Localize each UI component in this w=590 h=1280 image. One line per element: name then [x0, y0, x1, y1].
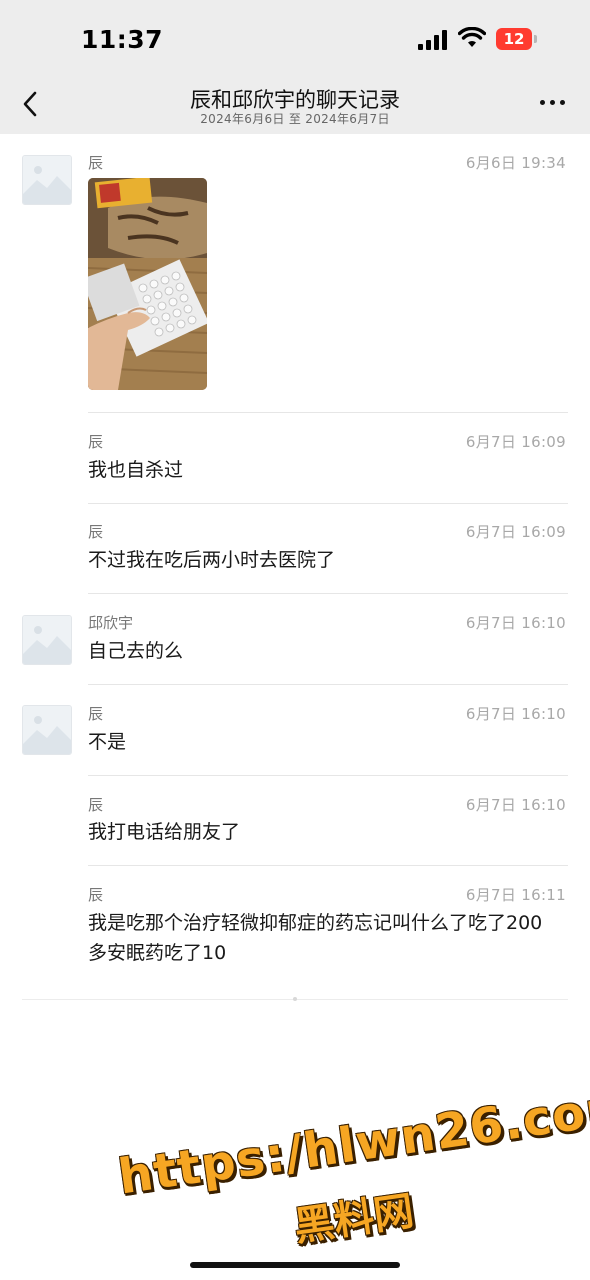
message-divider	[88, 684, 568, 685]
sender-name: 辰	[88, 886, 104, 904]
message-text: 我打电话给朋友了	[88, 821, 241, 843]
top-bar: 11:37 12 辰和邱欣宇的聊天记录 2024年6月6日 至 2024年6月7…	[0, 0, 590, 134]
message-text: 自己去的么	[88, 640, 184, 662]
avatar[interactable]	[22, 615, 72, 665]
sender-name: 辰	[88, 523, 104, 541]
message-divider	[88, 775, 568, 776]
message-time: 6月7日 16:10	[465, 614, 566, 632]
sender-name: 辰	[88, 433, 104, 451]
message-divider	[88, 503, 568, 504]
sender-name: 辰	[88, 705, 104, 723]
chat-history-screen: 11:37 12 辰和邱欣宇的聊天记录 2024年6月6日 至 2024年6月7…	[0, 0, 590, 1280]
message-divider	[88, 593, 568, 594]
message-time: 6月7日 16:10	[465, 796, 566, 814]
message-text: 我也自杀过	[88, 459, 184, 481]
message-photo[interactable]	[88, 178, 207, 390]
avatar[interactable]	[22, 705, 72, 755]
message-divider	[88, 412, 568, 413]
watermark-name: 黑料网	[291, 1188, 417, 1251]
message-time: 6月7日 16:09	[465, 523, 566, 541]
end-dot	[293, 997, 297, 1001]
sender-name: 邱欣宇	[88, 614, 134, 632]
message-text: 我是吃那个治疗轻微抑郁症的药忘记叫什么了吃了200多安眠药吃了10	[88, 912, 543, 964]
home-indicator[interactable]	[190, 1262, 400, 1268]
message-time: 6月7日 16:10	[465, 705, 566, 723]
cellular-signal-icon	[418, 30, 448, 50]
more-button[interactable]	[540, 100, 566, 108]
placeholder-image-icon	[23, 706, 71, 754]
message-text: 不是	[88, 731, 127, 753]
message-time: 6月7日 16:09	[465, 433, 566, 451]
status-time: 11:37	[81, 25, 164, 54]
message-text: 不过我在吃后两小时去医院了	[88, 549, 336, 571]
message-divider	[88, 865, 568, 866]
battery-level: 12	[496, 28, 532, 50]
avatar[interactable]	[22, 155, 72, 205]
battery-cap	[534, 35, 537, 43]
sender-name: 辰	[88, 796, 104, 814]
wifi-icon	[458, 27, 486, 47]
date-range: 2024年6月6日 至 2024年6月7日	[200, 112, 390, 126]
message-time: 6月7日 16:11	[465, 886, 566, 904]
placeholder-image-icon	[23, 156, 71, 204]
sender-name: 辰	[88, 154, 104, 172]
placeholder-image-icon	[23, 616, 71, 664]
message-time: 6月6日 19:34	[465, 154, 566, 172]
